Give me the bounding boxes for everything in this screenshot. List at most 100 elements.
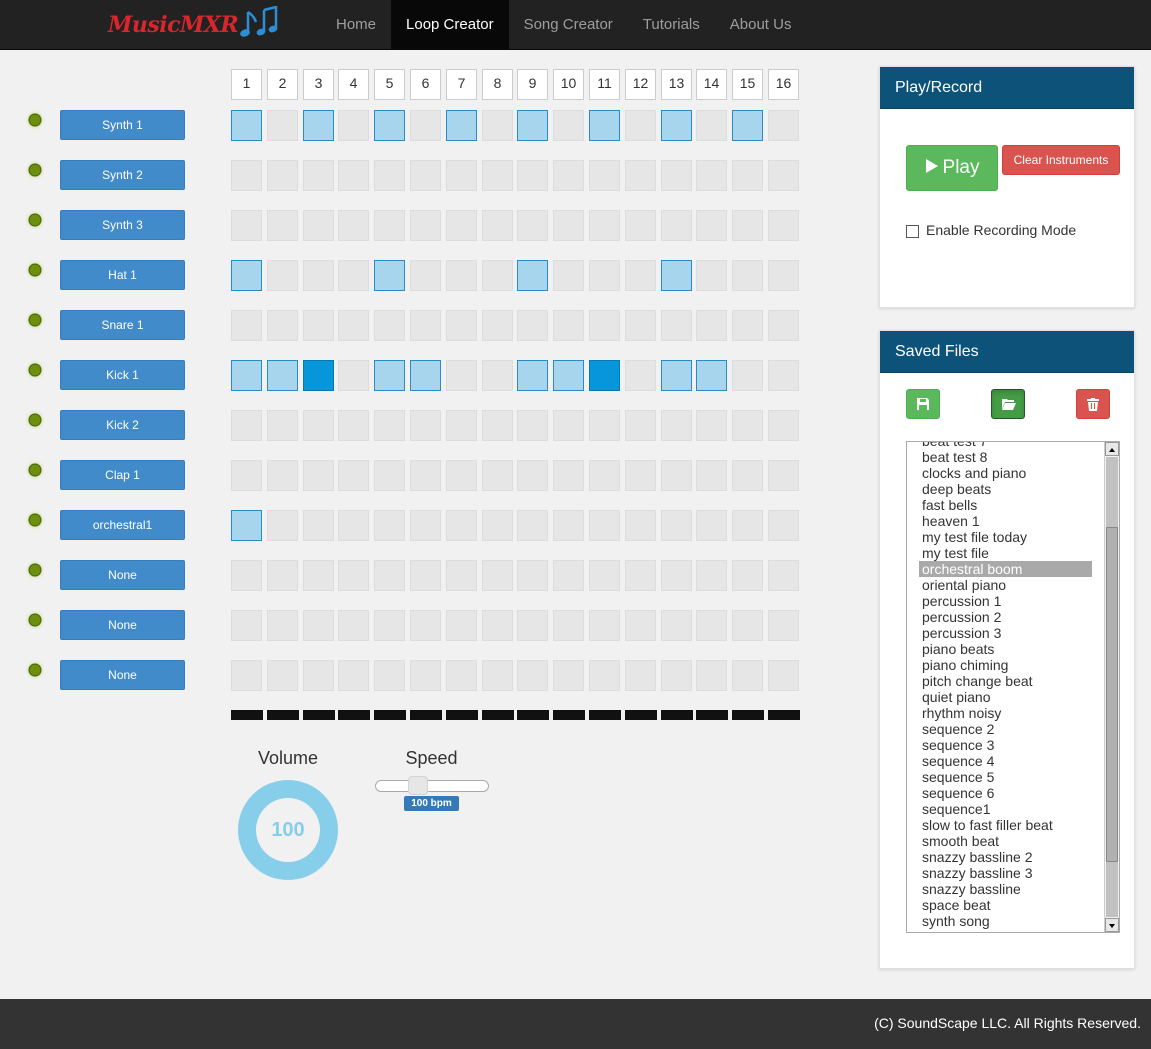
step-cell[interactable] [338,560,369,591]
step-cell[interactable] [625,360,656,391]
step-cell[interactable] [482,360,513,391]
step-cell[interactable] [482,460,513,491]
step-cell[interactable] [625,660,656,691]
step-cell[interactable] [625,410,656,441]
step-cell[interactable] [446,660,477,691]
step-cell[interactable] [553,510,584,541]
step-cell[interactable] [231,360,262,391]
saved-file-item[interactable]: sequence 6 [907,785,1105,801]
step-cell[interactable] [267,210,298,241]
step-cell[interactable] [267,110,298,141]
saved-file-item[interactable]: beat test 8 [907,449,1105,465]
step-cell[interactable] [267,660,298,691]
step-cell[interactable] [768,460,799,491]
saved-file-item[interactable]: sequence 5 [907,769,1105,785]
step-cell[interactable] [231,210,262,241]
step-cell[interactable] [768,610,799,641]
step-cell[interactable] [374,610,405,641]
step-cell[interactable] [446,110,477,141]
step-cell[interactable] [517,610,548,641]
nav-home[interactable]: Home [321,0,391,50]
step-cell[interactable] [446,510,477,541]
step-cell[interactable] [410,310,441,341]
step-cell[interactable] [589,360,620,391]
step-cell[interactable] [768,360,799,391]
saved-file-item[interactable]: oriental piano [907,577,1105,593]
saved-file-item[interactable]: space beat [907,897,1105,913]
step-cell[interactable] [231,610,262,641]
instrument-select-button[interactable]: Clap 1 [60,460,185,490]
step-cell[interactable] [267,560,298,591]
step-cell[interactable] [267,160,298,191]
step-cell[interactable] [374,310,405,341]
step-cell[interactable] [553,560,584,591]
play-button[interactable]: Play [906,145,998,191]
step-cell[interactable] [517,510,548,541]
step-cell[interactable] [732,310,763,341]
step-cell[interactable] [517,410,548,441]
instrument-select-button[interactable]: orchestral1 [60,510,185,540]
step-cell[interactable] [661,460,692,491]
step-cell[interactable] [338,460,369,491]
step-cell[interactable] [517,260,548,291]
step-cell[interactable] [374,110,405,141]
step-cell[interactable] [374,460,405,491]
step-cell[interactable] [231,560,262,591]
saved-file-item[interactable]: beat test 7 [907,442,1105,449]
step-cell[interactable] [661,410,692,441]
saved-file-item[interactable]: sequence 3 [907,737,1105,753]
saved-file-item[interactable]: snazzy bassline [907,881,1105,897]
step-cell[interactable] [338,310,369,341]
saved-file-item[interactable]: percussion 1 [907,593,1105,609]
step-cell[interactable] [553,110,584,141]
brand-logo[interactable]: MusicMXR [108,6,280,44]
step-cell[interactable] [661,210,692,241]
scroll-down-arrow-icon[interactable] [1105,918,1119,932]
saved-file-item[interactable]: quiet piano [907,689,1105,705]
file-list-scrollbar[interactable] [1104,442,1119,932]
step-cell[interactable] [732,510,763,541]
step-cell[interactable] [517,110,548,141]
step-cell[interactable] [661,360,692,391]
step-cell[interactable] [696,210,727,241]
step-cell[interactable] [231,410,262,441]
step-cell[interactable] [482,560,513,591]
step-cell[interactable] [589,210,620,241]
saved-file-item[interactable]: clocks and piano [907,465,1105,481]
step-cell[interactable] [696,460,727,491]
step-cell[interactable] [696,660,727,691]
step-cell[interactable] [732,610,763,641]
step-cell[interactable] [517,160,548,191]
step-cell[interactable] [446,310,477,341]
step-cell[interactable] [303,210,334,241]
step-cell[interactable] [267,610,298,641]
step-cell[interactable] [374,260,405,291]
step-cell[interactable] [303,160,334,191]
step-cell[interactable] [303,660,334,691]
saved-file-item[interactable]: snazzy bassline 3 [907,865,1105,881]
save-file-button[interactable] [906,389,940,419]
step-cell[interactable] [696,310,727,341]
step-cell[interactable] [696,610,727,641]
step-cell[interactable] [696,110,727,141]
step-cell[interactable] [661,160,692,191]
step-cell[interactable] [732,160,763,191]
step-cell[interactable] [732,410,763,441]
step-cell[interactable] [374,210,405,241]
step-cell[interactable] [732,560,763,591]
step-cell[interactable] [517,210,548,241]
step-cell[interactable] [267,260,298,291]
step-cell[interactable] [482,510,513,541]
step-cell[interactable] [303,460,334,491]
step-cell[interactable] [589,160,620,191]
saved-file-item[interactable]: pitch change beat [907,673,1105,689]
saved-file-item[interactable]: my test file today [907,529,1105,545]
step-cell[interactable] [768,410,799,441]
step-cell[interactable] [374,560,405,591]
step-cell[interactable] [661,660,692,691]
nav-loop-creator[interactable]: Loop Creator [391,0,509,50]
step-cell[interactable] [482,110,513,141]
instrument-select-button[interactable]: Kick 1 [60,360,185,390]
step-cell[interactable] [446,610,477,641]
step-cell[interactable] [231,310,262,341]
